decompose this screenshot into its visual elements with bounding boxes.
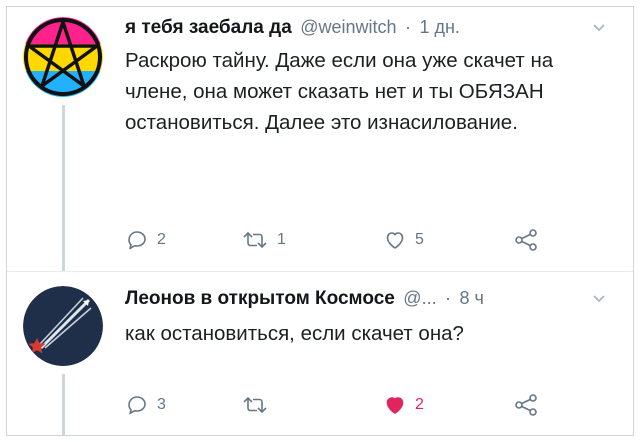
tweet-thread: я тебя заебала да @weinwitch · 1 дн. Рас… [6, 6, 634, 436]
retweet-button[interactable] [241, 392, 277, 418]
tweet[interactable]: я тебя заебала да @weinwitch · 1 дн. Рас… [7, 7, 633, 271]
tweet-header: я тебя заебала да @weinwitch · 1 дн. [125, 17, 617, 43]
retweet-icon [243, 396, 267, 414]
reply-icon [128, 231, 146, 250]
thread-connector [62, 105, 65, 271]
tweet-text: как остановиться, если скачет она? [125, 322, 464, 345]
reply-button[interactable]: 2 [125, 227, 166, 253]
timestamp[interactable]: 1 дн. [419, 17, 459, 37]
display-name[interactable]: я тебя заебала да [125, 17, 292, 38]
retweet-icon [243, 231, 267, 249]
like-button[interactable]: 2 [383, 392, 424, 418]
like-button[interactable]: 5 [383, 227, 424, 253]
tweet-text: Раскрою тайну. Даже если она уже скачет … [125, 49, 554, 134]
heart-icon [386, 397, 404, 414]
reply-count: 3 [157, 396, 166, 413]
tweet[interactable]: Леонов в открытом Космосе @... · 8 ч как… [7, 271, 633, 436]
reply-button[interactable]: 3 [125, 392, 166, 418]
display-name[interactable]: Леонов в открытом Космосе [125, 288, 395, 309]
separator-dot: · [445, 288, 452, 308]
like-count: 2 [415, 396, 424, 413]
share-icon [515, 229, 537, 251]
tweet-header: Леонов в открытом Космосе @... · 8 ч [125, 288, 617, 314]
like-count: 5 [415, 231, 424, 248]
timestamp[interactable]: 8 ч [459, 288, 483, 308]
reply-icon [128, 396, 146, 415]
retweet-button[interactable]: 1 [241, 227, 286, 253]
rocket-star-avatar-icon[interactable] [23, 286, 103, 366]
heart-icon [386, 232, 404, 249]
thread-connector [62, 374, 65, 436]
pentagram-avatar-icon[interactable] [23, 17, 103, 97]
chevron-down-icon[interactable] [591, 292, 607, 306]
retweet-count: 1 [277, 231, 286, 248]
handle[interactable]: @... [403, 288, 436, 308]
share-button[interactable] [513, 392, 539, 418]
share-icon [515, 394, 537, 416]
chevron-down-icon[interactable] [591, 21, 607, 35]
tweet-actions: 2 1 5 [125, 227, 545, 253]
reply-count: 2 [157, 231, 166, 248]
tweet-actions: 3 2 [125, 392, 545, 418]
share-button[interactable] [513, 227, 539, 253]
handle[interactable]: @weinwitch [300, 17, 396, 37]
separator-dot: · [404, 17, 411, 37]
